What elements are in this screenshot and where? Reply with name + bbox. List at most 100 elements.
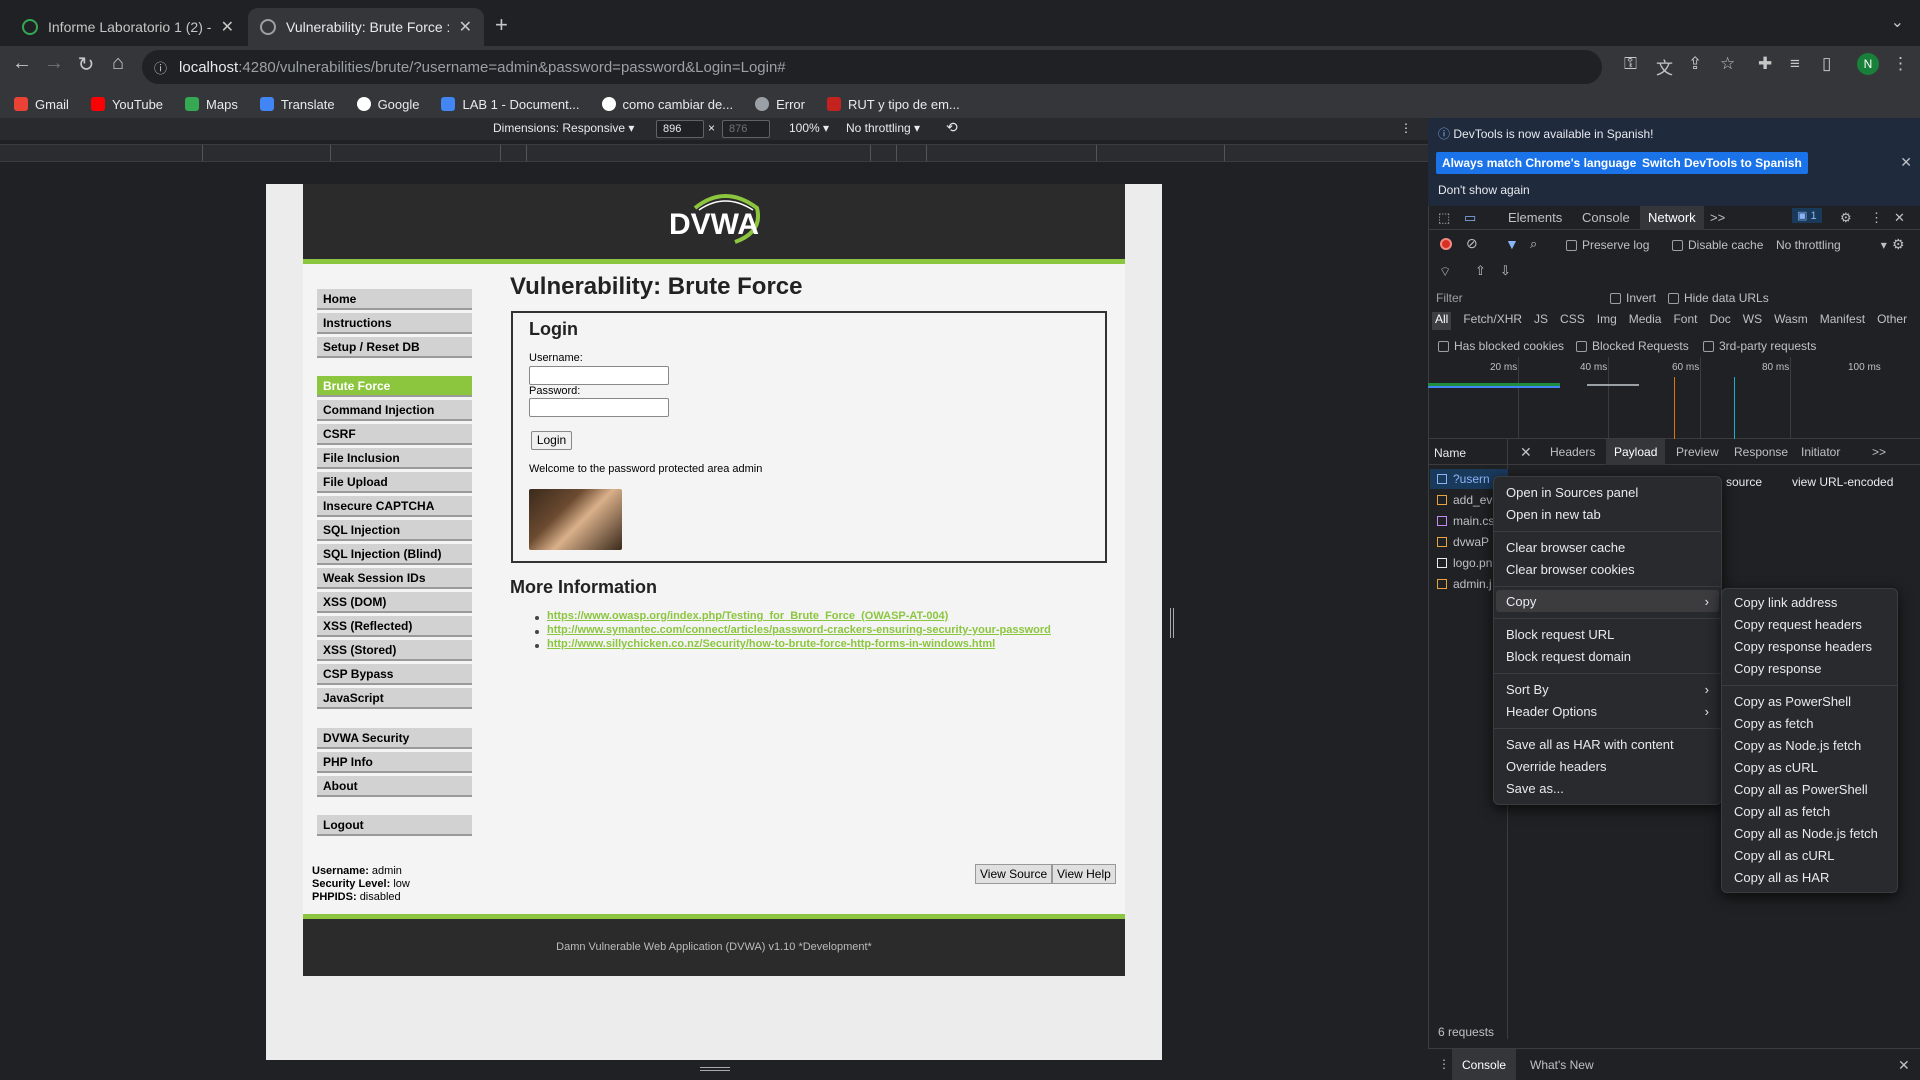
copy-response[interactable]: Copy response (1734, 661, 1821, 676)
tab-informe[interactable]: Informe Laboratorio 1 (2) - Onli ✕ (10, 8, 246, 46)
menu-item-weak-session-ids[interactable]: Weak Session IDs (317, 568, 472, 589)
tab-search-icon[interactable]: ⌄ (1891, 12, 1904, 32)
copy-request-headers[interactable]: Copy request headers (1734, 617, 1862, 632)
bookmark-item[interactable]: Translate (259, 97, 335, 112)
menu-open-in-new-tab[interactable]: Open in new tab (1506, 507, 1601, 522)
issues-badge[interactable]: ▣ 1 (1792, 208, 1822, 223)
copy-link-address[interactable]: Copy link address (1734, 595, 1837, 610)
drawer-menu-icon[interactable]: ⋮ (1438, 1057, 1450, 1071)
type-filter-all[interactable]: All (1432, 312, 1452, 330)
username-input[interactable] (529, 366, 669, 385)
tab-response[interactable]: Response (1734, 445, 1788, 459)
copy-response-headers[interactable]: Copy response headers (1734, 639, 1872, 654)
translate-icon[interactable]: 文 (1656, 54, 1673, 79)
menu-item-csp-bypass[interactable]: CSP Bypass (317, 664, 472, 685)
viewport-resize-handle[interactable] (1170, 608, 1174, 638)
sillychicken-link[interactable]: http://www.sillychicken.co.nz/Security/h… (547, 638, 995, 650)
type-filter-fetch-xhr[interactable]: Fetch/XHR (1463, 312, 1522, 330)
copy-all-as-curl[interactable]: Copy all as cURL (1734, 848, 1834, 863)
device-mode-icon[interactable]: ▭ (1464, 210, 1476, 226)
throttle-select[interactable]: No throttling ▾ (846, 121, 920, 135)
type-filter-ws[interactable]: WS (1743, 312, 1762, 330)
bookmark-item[interactable]: Gmail (14, 97, 69, 112)
filter-input[interactable]: Filter (1436, 291, 1463, 305)
browser-menu-icon[interactable]: ⋮ (1892, 54, 1909, 74)
ruler-segment[interactable] (527, 145, 871, 161)
copy-as-powershell[interactable]: Copy as PowerShell (1734, 694, 1851, 709)
forward-icon[interactable]: → (40, 52, 68, 75)
copy-as-curl[interactable]: Copy as cURL (1734, 760, 1818, 775)
clear-icon[interactable]: ⊘ (1466, 235, 1478, 252)
menu-item-sql-injection-blind[interactable]: SQL Injection (Blind) (317, 544, 472, 565)
export-har-icon[interactable]: ⇩ (1500, 263, 1511, 279)
menu-item-sql-injection[interactable]: SQL Injection (317, 520, 472, 541)
type-filter-doc[interactable]: Doc (1709, 312, 1730, 330)
tab-headers[interactable]: Headers (1550, 445, 1595, 459)
drawer-tab-whats-new[interactable]: What's New (1530, 1058, 1594, 1072)
menu-save-har[interactable]: Save all as HAR with content (1506, 737, 1674, 752)
viewport-resize-handle-bottom[interactable] (700, 1067, 730, 1071)
type-filter-font[interactable]: Font (1673, 312, 1697, 330)
bookmark-item[interactable]: Google (356, 97, 419, 112)
request-row[interactable]: main.cs (1437, 514, 1494, 528)
type-filter-css[interactable]: CSS (1560, 312, 1585, 330)
tab-preview[interactable]: Preview (1676, 445, 1719, 459)
media-query-ruler[interactable] (0, 144, 1428, 162)
menu-item-php-info[interactable]: PHP Info (317, 752, 472, 773)
menu-item-xss-reflected[interactable]: XSS (Reflected) (317, 616, 472, 637)
settings-gear-icon[interactable]: ⚙ (1840, 210, 1852, 226)
menu-item-dvwa-security[interactable]: DVWA Security (317, 728, 472, 749)
bookmark-item[interactable]: Maps (185, 97, 238, 112)
menu-header-options[interactable]: Header Options (1506, 704, 1597, 719)
request-row[interactable]: ?usern (1437, 472, 1490, 486)
type-filter-js[interactable]: JS (1534, 312, 1548, 330)
menu-item-insecure-captcha[interactable]: Insecure CAPTCHA (317, 496, 472, 517)
type-filter-wasm[interactable]: Wasm (1774, 312, 1808, 330)
search-icon[interactable]: ⌕ (1530, 236, 1537, 252)
more-tabs-icon[interactable]: >> (1710, 210, 1725, 225)
copy-all-as-powershell[interactable]: Copy all as PowerShell (1734, 782, 1868, 797)
request-row[interactable]: logo.pn (1437, 556, 1492, 570)
menu-override-headers[interactable]: Override headers (1506, 759, 1606, 774)
type-filter-img[interactable]: Img (1597, 312, 1617, 330)
height-input[interactable]: 876 (722, 120, 770, 138)
bookmark-item[interactable]: RUT y tipo de em... (826, 97, 960, 112)
menu-save-as[interactable]: Save as... (1506, 781, 1564, 796)
match-language-button[interactable]: Always match Chrome's language (1436, 152, 1643, 174)
copy-all-as-nodejs-fetch[interactable]: Copy all as Node.js fetch (1734, 826, 1878, 841)
view-help-button[interactable]: View Help (1052, 864, 1116, 884)
switch-spanish-button[interactable]: Switch DevTools to Spanish (1636, 152, 1808, 174)
network-conditions-icon[interactable]: ⌔ (1439, 264, 1451, 280)
bookmark-item[interactable]: LAB 1 - Document... (441, 97, 580, 112)
request-row[interactable]: add_ev (1437, 493, 1492, 507)
menu-item-about[interactable]: About (317, 776, 472, 797)
network-settings-icon[interactable]: ⚙ (1892, 236, 1905, 253)
close-drawer-icon[interactable]: ✕ (1898, 1057, 1910, 1074)
menu-block-domain[interactable]: Block request domain (1506, 649, 1631, 664)
view-source-button[interactable]: View Source (975, 864, 1053, 884)
request-row[interactable]: dvwaP (1437, 535, 1489, 549)
devtools-more-icon[interactable]: ⋮ (1870, 210, 1883, 226)
request-row[interactable]: admin.j (1437, 577, 1492, 591)
ruler-segment[interactable] (927, 145, 1097, 161)
close-devtools-icon[interactable]: ✕ (1894, 210, 1905, 226)
side-panel-icon[interactable]: ▯ (1822, 54, 1831, 74)
close-infobar-icon[interactable]: ✕ (1900, 154, 1912, 171)
bookmark-item[interactable]: Error (755, 97, 805, 112)
device-more-icon[interactable]: ⋮ (1400, 121, 1412, 135)
menu-item-file-inclusion[interactable]: File Inclusion (317, 448, 472, 469)
menu-item-logout[interactable]: Logout (317, 815, 472, 836)
tab-console[interactable]: Console (1582, 210, 1630, 225)
drawer-tab-console[interactable]: Console (1452, 1049, 1517, 1080)
menu-clear-cache[interactable]: Clear browser cache (1506, 540, 1625, 555)
network-overview-timeline[interactable]: 20 ms 40 ms 60 ms 80 ms 100 ms (1428, 357, 1920, 439)
share-icon[interactable]: ⇪ (1688, 54, 1702, 74)
blocked-cookies-checkbox[interactable]: Has blocked cookies (1438, 339, 1564, 353)
disable-cache-checkbox[interactable]: Disable cache (1672, 238, 1763, 252)
inspect-icon[interactable]: ⬚ (1438, 210, 1450, 226)
copy-as-fetch[interactable]: Copy as fetch (1734, 716, 1814, 731)
back-icon[interactable]: ← (8, 52, 36, 75)
third-party-checkbox[interactable]: 3rd-party requests (1703, 339, 1816, 353)
menu-item-instructions[interactable]: Instructions (317, 313, 472, 334)
menu-item-xss-stored[interactable]: XSS (Stored) (317, 640, 472, 661)
